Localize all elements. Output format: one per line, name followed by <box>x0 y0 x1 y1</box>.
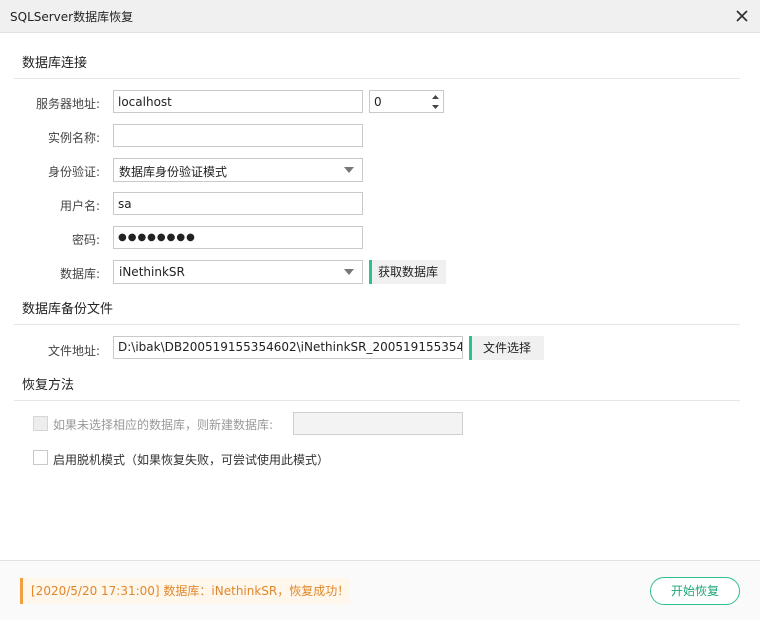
section-title-connection: 数据库连接 <box>22 56 88 71</box>
status-message: [2020/5/20 17:31:00] 数据库：iNethinkSR，恢复成功… <box>20 578 350 604</box>
database-value: iNethinkSR <box>119 265 185 279</box>
user-label: 用户名: <box>59 199 100 213</box>
auth-label: 身份验证: <box>47 165 100 179</box>
close-icon <box>736 10 748 22</box>
close-button[interactable] <box>730 4 754 28</box>
file-select-button[interactable]: 文件选择 <box>469 336 544 360</box>
auth-value: 数据库身份验证模式 <box>119 165 228 179</box>
chevron-down-icon <box>344 167 354 173</box>
caret-down-icon <box>431 105 439 109</box>
instance-input[interactable] <box>113 124 363 147</box>
database-select[interactable]: iNethinkSR <box>113 260 363 284</box>
auth-select[interactable]: 数据库身份验证模式 <box>113 158 363 182</box>
title-bar: SQLServer数据库恢复 <box>0 0 760 33</box>
spin-up-button[interactable] <box>429 92 441 102</box>
port-value: 0 <box>374 95 382 109</box>
footer-bar: [2020/5/20 17:31:00] 数据库：iNethinkSR，恢复成功… <box>0 560 760 620</box>
new-db-name-input[interactable] <box>293 412 463 435</box>
dropdown-arrow <box>340 261 358 283</box>
database-label: 数据库: <box>59 267 100 281</box>
section-title-backup-file: 数据库备份文件 <box>22 302 114 317</box>
divider <box>14 400 740 401</box>
divider <box>14 324 740 325</box>
section-title-restore-method: 恢复方法 <box>22 378 75 393</box>
dropdown-arrow <box>340 159 358 181</box>
port-spinner[interactable]: 0 <box>369 90 444 113</box>
caret-up-icon <box>431 95 439 99</box>
offline-mode-label: 启用脱机模式（如果恢复失败，可尝试使用此模式） <box>53 453 330 467</box>
start-restore-button[interactable]: 开始恢复 <box>650 577 740 605</box>
password-label: 密码: <box>71 233 100 247</box>
offline-mode-checkbox[interactable] <box>33 450 48 465</box>
divider <box>14 78 740 79</box>
server-input[interactable] <box>113 90 363 113</box>
chevron-down-icon <box>344 269 354 275</box>
server-label: 服务器地址: <box>35 97 100 111</box>
file-label: 文件地址: <box>47 344 100 358</box>
instance-label: 实例名称: <box>47 131 100 145</box>
user-input[interactable] <box>113 192 363 215</box>
create-new-db-label: 如果未选择相应的数据库，则新建数据库: <box>53 418 274 432</box>
get-database-button[interactable]: 获取数据库 <box>369 260 447 284</box>
create-new-db-checkbox[interactable] <box>33 416 48 431</box>
file-path-input[interactable]: D:\ibak\DB200519155354602\iNethinkSR_200… <box>113 336 463 359</box>
password-input[interactable]: ●●●●●●●● <box>113 226 363 249</box>
spin-down-button[interactable] <box>429 102 441 112</box>
window-title: SQLServer数据库恢复 <box>10 10 134 24</box>
spinner-buttons <box>429 92 441 112</box>
